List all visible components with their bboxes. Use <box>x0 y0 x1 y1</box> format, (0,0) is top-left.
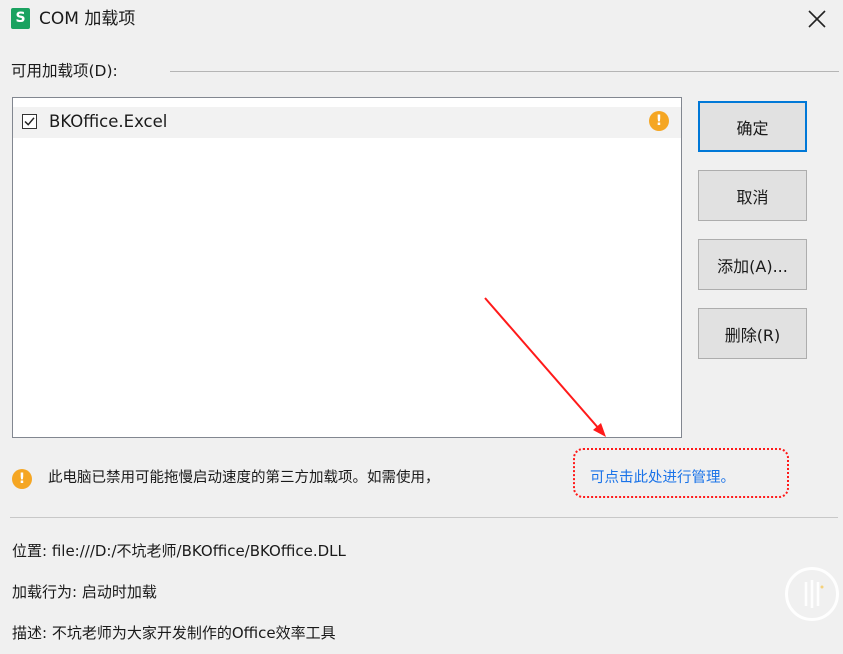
close-button[interactable] <box>801 4 833 34</box>
group-divider <box>170 71 839 72</box>
checkmark-icon <box>24 117 35 126</box>
add-button[interactable]: 添加(A)... <box>698 239 807 290</box>
load-behavior-text: 加载行为: 启动时加载 <box>12 583 157 601</box>
addin-checkbox[interactable] <box>22 114 37 129</box>
cancel-button[interactable]: 取消 <box>698 170 807 221</box>
divider <box>10 517 838 518</box>
description-text: 描述: 不坑老师为大家开发制作的Office效率工具 <box>12 624 336 642</box>
watermark-logo <box>785 567 839 621</box>
notice-warning-icon: ! <box>12 469 32 489</box>
ok-button[interactable]: 确定 <box>698 101 807 152</box>
window-title: COM 加载项 <box>39 9 136 29</box>
manage-link[interactable]: 可点击此处进行管理。 <box>590 467 735 489</box>
location-text: 位置: file:///D:/不坑老师/BKOffice/BKOffice.DL… <box>12 542 346 560</box>
close-icon <box>808 10 826 28</box>
addins-group-label: 可用加载项(D): <box>11 62 118 80</box>
app-icon: S <box>11 8 30 29</box>
remove-button[interactable]: 删除(R) <box>698 308 807 359</box>
title-bar: S COM 加载项 <box>0 0 843 42</box>
addins-listbox[interactable]: BKOffice.Excel ! <box>12 97 682 438</box>
list-item[interactable]: BKOffice.Excel ! <box>13 107 681 138</box>
addin-name: BKOffice.Excel <box>49 112 168 131</box>
notice-text: 此电脑已禁用可能拖慢启动速度的第三方加载项。如需使用， <box>48 470 440 486</box>
warning-icon: ! <box>649 111 669 131</box>
